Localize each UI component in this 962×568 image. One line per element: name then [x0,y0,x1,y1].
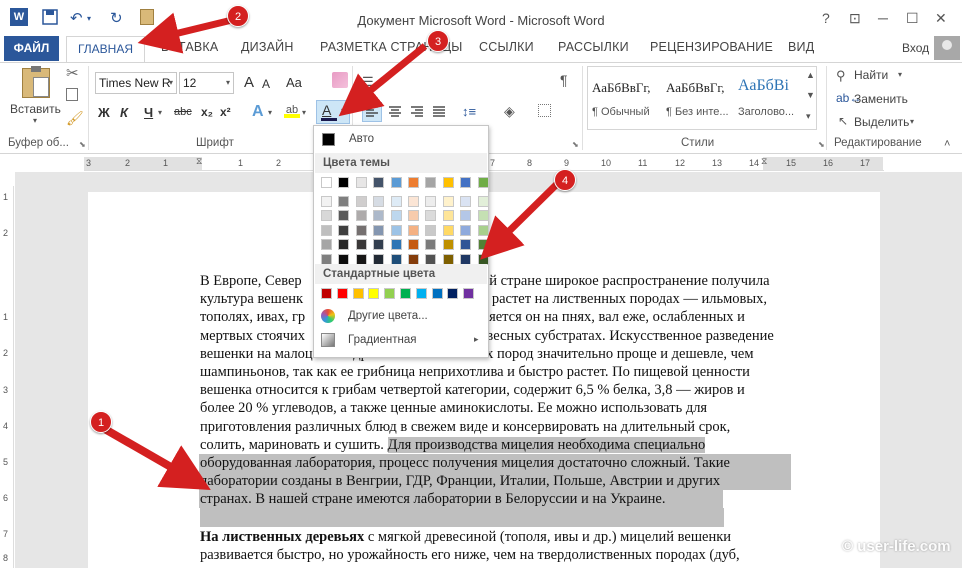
annotation-badge-1: 1 [90,411,112,433]
arrow-4 [480,180,561,260]
arrow-2 [137,12,233,54]
arrow-1 [101,424,211,490]
watermark: © user-life.com [842,538,951,555]
annotation-badge-2: 2 [227,5,249,27]
arrow-3 [338,43,428,117]
annotation-badge-4: 4 [554,169,576,191]
word-window: W ↶ ▾ ↻ Документ Microsoft Word - Micros… [0,0,962,568]
annotation-badge-3: 3 [427,30,449,52]
annotation-arrows [101,12,561,490]
